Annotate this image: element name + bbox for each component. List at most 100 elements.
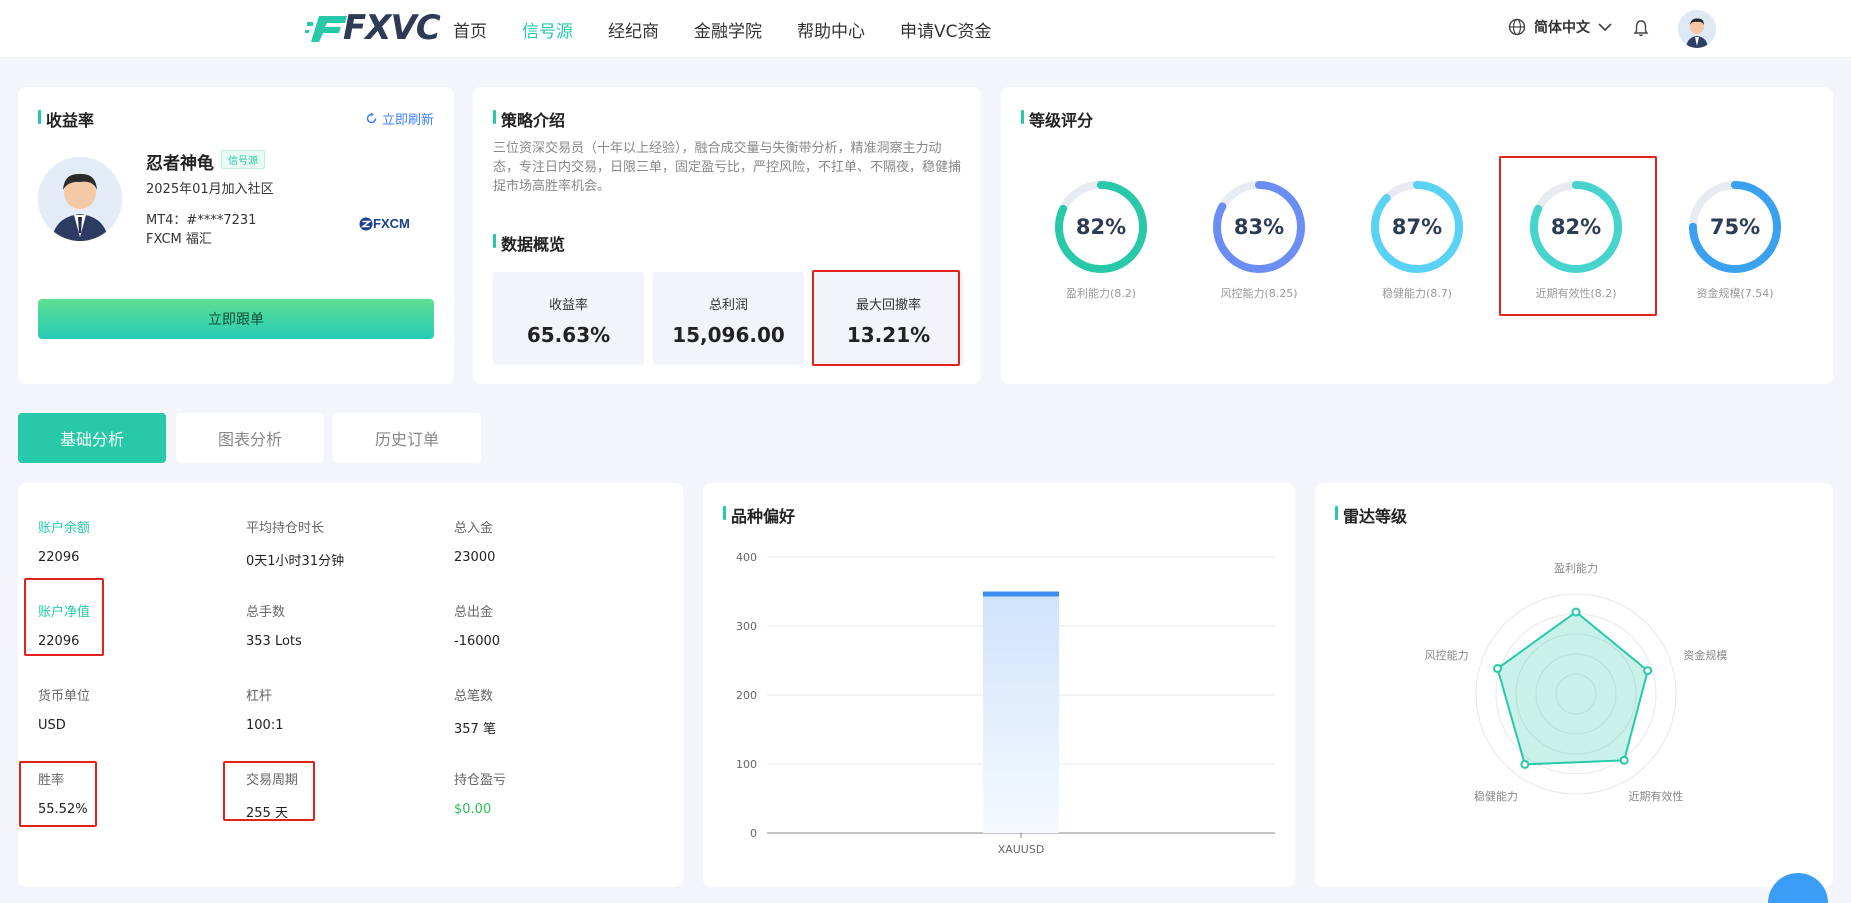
user-avatar[interactable] — [1678, 10, 1716, 48]
nav-item-help[interactable]: 帮助中心 — [797, 17, 865, 42]
top-navbar: FXVC 首页 信号源 经纪商 金融学院 帮助中心 申请VC资金 简体中文 — [0, 0, 1851, 58]
info-cell: 胜率 55.52% — [38, 769, 88, 817]
rating-item: 75% 资金规模(7.54) — [1685, 179, 1785, 301]
radar-point — [1619, 755, 1629, 765]
info-label: 持仓盈亏 — [454, 773, 507, 788]
y-tick-label: 0 — [750, 827, 757, 840]
strategy-description: 三位资深交易员（十年以上经验），融合成交量与失衡带分析，精准洞察主力动态，专注日… — [493, 141, 962, 194]
rating-ring: 82% — [1053, 179, 1149, 275]
section-title-overview: 数据概览 — [493, 231, 565, 255]
rating-card: 等级评分 82% 盈利能力(8.2) 83% 风控能力(8.25) 87% 稳健能力(8.… — [1001, 87, 1833, 384]
rating-ring: 82% — [1528, 179, 1624, 275]
tab-basic-analysis[interactable]: 基础分析 — [18, 413, 166, 463]
rating-label: 资金规模(7.54) — [1696, 287, 1774, 300]
stat-yield: 收益率 65.63% — [493, 272, 644, 365]
stat-label: 收益率 — [548, 298, 588, 313]
rating-ring: 87% — [1369, 179, 1465, 275]
bar-cap — [983, 591, 1059, 597]
fxvc-logo[interactable]: FXVC — [305, 8, 441, 48]
radar-point — [1520, 759, 1530, 769]
info-label: 总入金 — [454, 521, 494, 536]
rating-item: 82% 盈利能力(8.2) — [1051, 179, 1151, 301]
refresh-icon — [366, 112, 377, 124]
signal-source-badge: 信号源 — [221, 150, 265, 169]
fxcm-logo: FXCM — [359, 216, 410, 231]
info-label: 账户净值 — [38, 605, 91, 620]
info-value: 357 笔 — [454, 722, 496, 737]
info-value: 255 天 — [246, 806, 288, 821]
radar-axis-label: 稳健能力 — [1474, 789, 1518, 803]
radar-axis-label: 近期有效性 — [1628, 789, 1683, 803]
section-title-yield: 收益率 — [38, 107, 94, 131]
tab-history-orders[interactable]: 历史订单 — [333, 413, 481, 463]
logo-text: FXVC — [343, 8, 441, 48]
stat-value: 15,096.00 — [672, 323, 785, 347]
info-cell: 持仓盈亏 $0.00 — [454, 769, 506, 817]
info-label: 货币单位 — [38, 689, 91, 704]
y-tick-label: 100 — [736, 758, 757, 771]
radar-axis-label: 资金规模 — [1683, 648, 1727, 662]
info-value: -16000 — [454, 634, 501, 649]
y-tick-label: 300 — [736, 620, 757, 633]
account-number: MT4：#****7231 — [146, 213, 257, 228]
info-value: 23000 — [454, 550, 496, 565]
nav-item-academy[interactable]: 金融学院 — [694, 17, 762, 42]
rating-label: 盈利能力(8.2) — [1065, 287, 1137, 300]
nav-item-signals[interactable]: 信号源 — [522, 17, 573, 42]
rating-percent: 75% — [1709, 215, 1761, 239]
info-cell: 平均持仓时长 0天1小时31分钟 — [246, 517, 344, 569]
nav-item-home[interactable]: 首页 — [453, 17, 487, 42]
info-value: $0.00 — [454, 802, 492, 817]
tab-chart-analysis[interactable]: 图表分析 — [176, 413, 324, 463]
radar-area — [1496, 610, 1649, 766]
info-label: 交易周期 — [246, 773, 299, 788]
language-label: 简体中文 — [1534, 20, 1590, 36]
variety-bar-chart: 0 100 200 300 400 XAUUSD — [736, 551, 1275, 856]
info-cell: 账户净值 22096 — [38, 601, 90, 649]
info-label: 总出金 — [454, 605, 494, 620]
rating-item: 82% 近期有效性(8.2) — [1526, 179, 1626, 301]
rating-label: 稳健能力(8.7) — [1381, 287, 1453, 300]
rating-item: 87% 稳健能力(8.7) — [1367, 179, 1467, 301]
fxcm-mark-icon — [359, 217, 373, 230]
x-tick-label: XAUUSD — [998, 843, 1045, 856]
rating-item: 83% 风控能力(8.25) — [1209, 179, 1309, 301]
stat-value: 65.63% — [526, 323, 611, 347]
broker-name: FXCM 福汇 — [146, 232, 212, 247]
stat-label: 总利润 — [708, 298, 748, 313]
section-title-strategy: 策略介绍 — [493, 107, 565, 131]
logo-mark-icon — [305, 16, 347, 42]
trader-name: 忍者神龟 — [146, 154, 214, 174]
info-cell: 货币单位 USD — [38, 685, 90, 733]
info-value: 55.52% — [38, 802, 88, 817]
info-value: 100:1 — [246, 718, 284, 733]
follow-trade-button[interactable]: 立即跟单 — [38, 299, 434, 339]
rating-percent: 83% — [1233, 215, 1285, 239]
nav-item-brokers[interactable]: 经纪商 — [608, 17, 659, 42]
rating-percent: 82% — [1550, 215, 1602, 239]
nav-item-apply-vc[interactable]: 申请VC资金 — [900, 17, 992, 42]
y-tick-label: 400 — [736, 551, 757, 564]
info-cell: 交易周期 255 天 — [246, 769, 298, 821]
variety-preference-card: 品种偏好 0 100 200 300 400 XAUUSD — [703, 483, 1295, 887]
account-info-card: 账户余额 22096 平均持仓时长 0天1小时31分钟 总入金 23000 账户净值 2209… — [18, 483, 683, 887]
rating-percent: 82% — [1075, 215, 1127, 239]
radar-point — [1643, 666, 1653, 676]
info-cell: 总手数 353 Lots — [246, 601, 302, 649]
info-cell: 总入金 23000 — [454, 517, 495, 565]
refresh-label: 立即刷新 — [381, 113, 434, 128]
info-label: 总手数 — [246, 605, 286, 620]
info-cell: 总出金 -16000 — [454, 601, 500, 649]
info-cell: 杠杆 100:1 — [246, 685, 283, 733]
info-value: 353 Lots — [246, 634, 302, 649]
rating-label: 风控能力(8.25) — [1220, 287, 1298, 300]
refresh-button[interactable]: 立即刷新 — [365, 109, 434, 128]
info-value: USD — [38, 718, 66, 733]
radar-chart: 盈利能力资金规模近期有效性 稳健能力 风控能力 — [1425, 561, 1728, 803]
language-selector[interactable]: 简体中文 — [1508, 17, 1612, 37]
bell-icon[interactable] — [1633, 19, 1649, 37]
strategy-card: 策略介绍 三位资深交易员（十年以上经验），融合成交量与失衡带分析，精准洞察主力动… — [473, 87, 981, 384]
stat-max-drawdown: 最大回撤率 13.21% — [813, 272, 964, 365]
section-title-rating: 等级评分 — [1021, 107, 1093, 131]
fxcm-logo-text: FXCM — [373, 216, 410, 231]
